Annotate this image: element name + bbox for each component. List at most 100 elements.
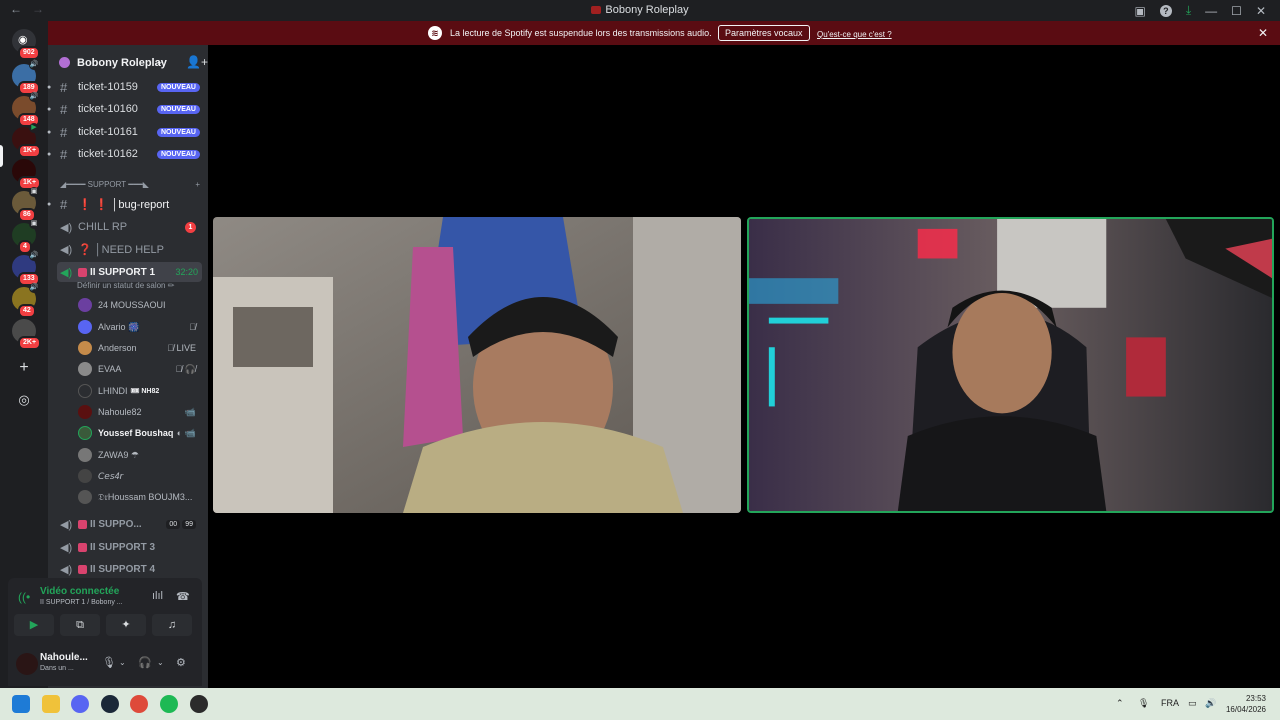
invite-people-icon[interactable]: 👤+ xyxy=(186,55,208,69)
channel-ticket[interactable]: ● # ticket-10162 NOUVEAU xyxy=(47,144,202,164)
chevron-down-icon: ⌄ xyxy=(156,56,164,66)
direct-messages-button[interactable]: ◉ 902 xyxy=(12,29,40,60)
channel-chill-rp[interactable]: ◀) CHILL RP 1 xyxy=(57,217,202,237)
voice-member[interactable]: Nahoule82 📹 xyxy=(78,402,200,422)
voice-member[interactable]: ZAWA9 ☂ xyxy=(78,445,200,465)
windows-taskbar: ⌃ 🎙 FRA ▭ 🔊 23:53 16/04/2026 xyxy=(0,688,1280,720)
voice-member[interactable]: Anderson 🎙̸ LIVE xyxy=(78,338,200,358)
channel-ticket[interactable]: ● # ticket-10161 NOUVEAU xyxy=(47,122,202,142)
server-icon[interactable]: ▣ 86 xyxy=(12,187,39,222)
member-name: 𝘊𝘦𝘴4𝘳 xyxy=(98,470,124,481)
category-support[interactable]: ◢━━━━ SUPPORT ━━━◣ + xyxy=(60,180,200,189)
add-channel-icon[interactable]: + xyxy=(195,180,200,189)
headset-icon[interactable]: 🎧 xyxy=(138,656,152,669)
status-icons: 🎙̸ LIVE xyxy=(167,343,196,353)
voice-settings-button[interactable]: Paramètres vocaux xyxy=(718,25,810,41)
system-clock[interactable]: 23:53 16/04/2026 xyxy=(1226,693,1266,715)
channel-support-2[interactable]: ◀) II SUPPO... 00 99 xyxy=(57,514,202,534)
member-name: LHINDI xyxy=(98,386,128,396)
voice-member[interactable]: Youssef Boushaq ◐ 📹 xyxy=(78,423,200,443)
soundboard-button[interactable]: ♫ xyxy=(152,614,192,636)
noise-suppression-icon[interactable]: ılıl xyxy=(152,590,163,602)
add-server-icon[interactable]: + xyxy=(14,358,34,378)
voice-speaker-icon: ▣ xyxy=(29,187,39,197)
disconnect-icon[interactable]: ☎ xyxy=(176,590,190,603)
voice-speaker-icon: 🔊 xyxy=(29,251,39,261)
settings-gear-icon[interactable]: ⚙ xyxy=(176,656,186,669)
channel-label: ❗ ❗ │bug-report xyxy=(78,198,170,211)
signal-icon[interactable]: ((• xyxy=(18,590,30,604)
channel-support-4[interactable]: ◀) II SUPPORT 4 xyxy=(57,559,202,579)
channel-label: ticket-10162 xyxy=(78,148,138,160)
camera-icon: ◐ 📹 xyxy=(176,427,196,438)
voice-member[interactable]: 24 MOUSSAOUI xyxy=(78,295,200,315)
app-icon[interactable] xyxy=(190,695,208,713)
chrome-icon[interactable] xyxy=(130,695,148,713)
avatar xyxy=(78,341,92,355)
video-tile-participant[interactable] xyxy=(213,217,741,513)
voice-status[interactable]: Vidéo connectée xyxy=(40,586,119,597)
channel-support-3[interactable]: ◀) II SUPPORT 3 xyxy=(57,537,202,557)
server-icon[interactable]: 🔊 42 xyxy=(12,283,39,318)
discord-taskbar-icon[interactable] xyxy=(71,695,89,713)
unread-dot-icon: ● xyxy=(47,83,52,91)
maximize-button[interactable]: ☐ xyxy=(1231,4,1242,18)
activities-button[interactable]: ✦ xyxy=(106,614,146,636)
voice-member[interactable]: 𝘊𝘦𝘴4𝘳 xyxy=(78,466,200,486)
speaker-icon: ◀) xyxy=(60,563,73,576)
file-explorer-icon[interactable] xyxy=(42,695,60,713)
chevron-down-icon[interactable]: ⌄ xyxy=(119,658,126,667)
server-folder[interactable]: 2K+ xyxy=(12,319,42,350)
server-icon-bobony[interactable]: ▶ 1K+ xyxy=(12,123,42,158)
voice-member[interactable]: LHINDI 🎟 NH82 xyxy=(78,381,200,401)
voice-channel-path[interactable]: II SUPPORT 1 / Bobony ... xyxy=(40,599,123,606)
network-icon[interactable]: ▭ xyxy=(1188,698,1197,709)
close-window-button[interactable]: ✕ xyxy=(1256,4,1266,18)
language-indicator[interactable]: FRA xyxy=(1161,698,1179,708)
minimize-button[interactable]: — xyxy=(1205,4,1217,18)
channel-label: ticket-10159 xyxy=(78,81,138,93)
server-icon[interactable]: 1K+ xyxy=(12,159,42,190)
channel-need-help[interactable]: ◀) ❓ │NEED HELP xyxy=(57,239,202,259)
user-avatar[interactable] xyxy=(16,653,38,675)
video-icon: ▶ xyxy=(29,123,39,133)
server-icon[interactable]: 🔊 148 xyxy=(12,92,40,127)
camera-toggle-button[interactable]: ▶ xyxy=(14,614,54,636)
video-tile-participant-speaking[interactable] xyxy=(747,217,1274,513)
category-label: ◢━━━━ SUPPORT ━━━◣ xyxy=(60,180,149,189)
tray-chevron-icon[interactable]: ⌃ xyxy=(1116,698,1124,709)
server-icon[interactable]: ▣ 4 xyxy=(12,219,39,254)
volume-icon[interactable]: 🔊 xyxy=(1205,698,1216,709)
voice-member[interactable]: Alvario 🎆 🎙̸ xyxy=(78,317,200,337)
steam-icon[interactable] xyxy=(101,695,119,713)
cast-icon[interactable]: ▣ xyxy=(1135,4,1146,18)
voice-member[interactable]: 𝔇𝔯Houssam BOUJM3... xyxy=(78,487,200,507)
channel-ticket[interactable]: ● # ticket-10159 NOUVEAU xyxy=(47,77,202,97)
text-channel-icon: # xyxy=(60,101,68,117)
call-timer: 32:20 xyxy=(175,267,198,277)
server-icon[interactable]: 🔊 133 xyxy=(12,251,40,286)
unread-badge: 42 xyxy=(18,304,36,318)
chevron-down-icon[interactable]: ⌄ xyxy=(157,658,164,667)
user-name[interactable]: Nahoule... xyxy=(40,652,88,663)
close-banner-icon[interactable]: ✕ xyxy=(1258,26,1268,40)
channel-ticket[interactable]: ● # ticket-10160 NOUVEAU xyxy=(47,99,202,119)
tray-microphone-icon[interactable]: 🎙 xyxy=(1138,698,1149,709)
microphone-icon[interactable]: 🎙 xyxy=(102,656,116,669)
active-server-indicator xyxy=(0,145,3,167)
unread-badge: 1K+ xyxy=(18,144,42,158)
spotify-taskbar-icon[interactable] xyxy=(160,695,178,713)
avatar xyxy=(78,448,92,462)
discover-compass-icon[interactable]: ◎ xyxy=(14,390,34,410)
server-header[interactable]: Bobony Roleplay ⌄ 👤+ xyxy=(48,45,208,80)
screen-share-button[interactable]: ⧉ xyxy=(60,614,100,636)
server-icon[interactable]: 🔊 189 xyxy=(12,60,40,95)
download-icon[interactable]: ⤓ xyxy=(1186,3,1191,18)
voice-member[interactable]: EVAA 🎙̸ 🎧̸ xyxy=(78,359,200,379)
channel-status-line[interactable]: Définir un statut de salon ✏ xyxy=(77,281,174,290)
whats-this-link[interactable]: Qu'est-ce que c'est ? xyxy=(817,30,892,39)
channel-support-1[interactable]: ◀) II SUPPORT 1 32:20 xyxy=(57,262,202,282)
channel-bug-report[interactable]: ● # ❗ ❗ │bug-report xyxy=(47,194,202,214)
help-icon[interactable]: ? xyxy=(1159,4,1172,17)
windows-start-icon[interactable] xyxy=(12,695,30,713)
